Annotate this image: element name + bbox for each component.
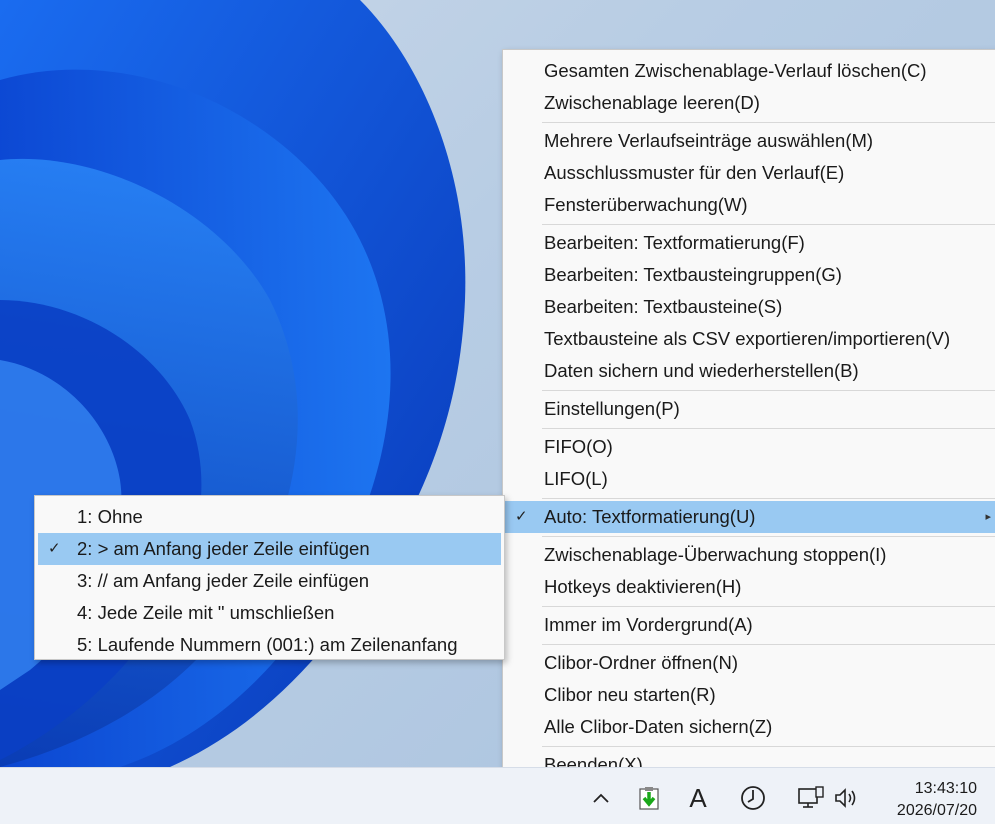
volume-icon[interactable] — [832, 784, 860, 812]
menu-item-fifo[interactable]: FIFO(O) — [505, 431, 995, 463]
menu-item-window-monitoring[interactable]: Fensterüberwachung(W) — [505, 189, 995, 221]
submenu-item-wrap-quotes[interactable]: 4: Jede Zeile mit " umschließen — [38, 597, 501, 629]
menu-item-lifo[interactable]: LIFO(L) — [505, 463, 995, 495]
menu-item-label: Bearbeiten: Textbausteine(S) — [544, 296, 783, 317]
menu-item-label: Gesamten Zwischenablage-Verlauf löschen(… — [544, 60, 927, 81]
clock-app-icon[interactable] — [739, 784, 767, 812]
submenu-item-label: 2: > am Anfang jeder Zeile einfügen — [77, 538, 370, 559]
menu-item-label: Clibor-Ordner öffnen(N) — [544, 652, 738, 673]
menu-item-label: Alle Clibor-Daten sichern(Z) — [544, 716, 773, 737]
menu-item-stop-monitoring[interactable]: Zwischenablage-Überwachung stoppen(I) — [505, 539, 995, 571]
menu-item-label: Zwischenablage-Überwachung stoppen(I) — [544, 544, 887, 565]
menu-item-label: Bearbeiten: Textformatierung(F) — [544, 232, 805, 253]
taskbar: A 13:43:10 2026/07/20 — [0, 767, 995, 824]
menu-separator — [542, 224, 995, 225]
menu-item-edit-template-groups[interactable]: Bearbeiten: Textbausteingruppen(G) — [505, 259, 995, 291]
clock-time: 13:43:10 — [914, 780, 977, 797]
menu-item-label: LIFO(L) — [544, 468, 608, 489]
menu-item-backup-all[interactable]: Alle Clibor-Daten sichern(Z) — [505, 711, 995, 743]
menu-item-label: Ausschlussmuster für den Verlauf(E) — [544, 162, 845, 183]
menu-item-open-folder[interactable]: Clibor-Ordner öffnen(N) — [505, 647, 995, 679]
menu-item-label: Auto: Textformatierung(U) — [544, 506, 756, 527]
menu-separator — [542, 390, 995, 391]
menu-item-auto-text-formatting[interactable]: ✓ Auto: Textformatierung(U) ▸ — [505, 501, 995, 533]
menu-item-clear-history[interactable]: Gesamten Zwischenablage-Verlauf löschen(… — [505, 55, 995, 87]
menu-item-always-on-top[interactable]: Immer im Vordergrund(A) — [505, 609, 995, 641]
menu-item-settings[interactable]: Einstellungen(P) — [505, 393, 995, 425]
menu-separator — [542, 122, 995, 123]
menu-item-label: Textbausteine als CSV exportieren/import… — [544, 328, 951, 349]
submenu-item-none[interactable]: 1: Ohne — [38, 501, 501, 533]
menu-item-label: FIFO(O) — [544, 436, 613, 457]
menu-item-label: Daten sichern und wiederherstellen(B) — [544, 360, 859, 381]
clibor-app-icon[interactable] — [635, 784, 663, 812]
submenu-item-label: 1: Ohne — [77, 506, 143, 527]
menu-item-label: Clibor neu starten(R) — [544, 684, 716, 705]
submenu-item-label: 3: // am Anfang jeder Zeile einfügen — [77, 570, 370, 591]
menu-item-select-multiple[interactable]: Mehrere Verlaufseinträge auswählen(M) — [505, 125, 995, 157]
network-icon[interactable] — [797, 784, 825, 812]
menu-item-csv-export-import[interactable]: Textbausteine als CSV exportieren/import… — [505, 323, 995, 355]
menu-item-label: Einstellungen(P) — [544, 398, 680, 419]
menu-item-exclusion-patterns[interactable]: Ausschlussmuster für den Verlauf(E) — [505, 157, 995, 189]
menu-separator — [542, 644, 995, 645]
menu-item-label: Zwischenablage leeren(D) — [544, 92, 760, 113]
ime-label: A — [689, 782, 707, 813]
menu-item-label: Hotkeys deaktivieren(H) — [544, 576, 742, 597]
menu-item-restart[interactable]: Clibor neu starten(R) — [505, 679, 995, 711]
menu-item-label: Fensterüberwachung(W) — [544, 194, 748, 215]
check-icon: ✓ — [48, 540, 61, 557]
menu-separator — [542, 428, 995, 429]
submenu-item-label: 5: Laufende Nummern (001:) am Zeilenanfa… — [77, 634, 458, 655]
submenu-arrow-icon: ▸ — [985, 511, 991, 523]
menu-separator — [542, 498, 995, 499]
menu-item-label: Bearbeiten: Textbausteingruppen(G) — [544, 264, 842, 285]
chevron-up-icon[interactable] — [587, 784, 615, 812]
ime-icon[interactable]: A — [684, 782, 712, 813]
auto-formatting-submenu: 1: Ohne ✓ 2: > am Anfang jeder Zeile ein… — [34, 495, 505, 660]
check-icon: ✓ — [515, 508, 528, 525]
clock-date: 2026/07/20 — [896, 802, 977, 819]
menu-item-clear-clipboard[interactable]: Zwischenablage leeren(D) — [505, 87, 995, 119]
menu-item-backup-restore[interactable]: Daten sichern und wiederherstellen(B) — [505, 355, 995, 387]
menu-item-label: Immer im Vordergrund(A) — [544, 614, 753, 635]
taskbar-clock[interactable]: 13:43:10 2026/07/20 — [897, 778, 977, 822]
menu-item-edit-text-formatting[interactable]: Bearbeiten: Textformatierung(F) — [505, 227, 995, 259]
menu-item-label: Mehrere Verlaufseinträge auswählen(M) — [544, 130, 874, 151]
menu-separator — [542, 606, 995, 607]
menu-separator — [542, 536, 995, 537]
menu-item-edit-templates[interactable]: Bearbeiten: Textbausteine(S) — [505, 291, 995, 323]
submenu-item-prefix-gt[interactable]: ✓ 2: > am Anfang jeder Zeile einfügen — [38, 533, 501, 565]
submenu-item-line-numbers[interactable]: 5: Laufende Nummern (001:) am Zeilenanfa… — [38, 629, 501, 661]
clibor-context-menu: Gesamten Zwischenablage-Verlauf löschen(… — [502, 49, 995, 781]
menu-item-disable-hotkeys[interactable]: Hotkeys deaktivieren(H) — [505, 571, 995, 603]
submenu-item-label: 4: Jede Zeile mit " umschließen — [77, 602, 335, 623]
submenu-item-prefix-slashes[interactable]: 3: // am Anfang jeder Zeile einfügen — [38, 565, 501, 597]
menu-separator — [542, 746, 995, 747]
